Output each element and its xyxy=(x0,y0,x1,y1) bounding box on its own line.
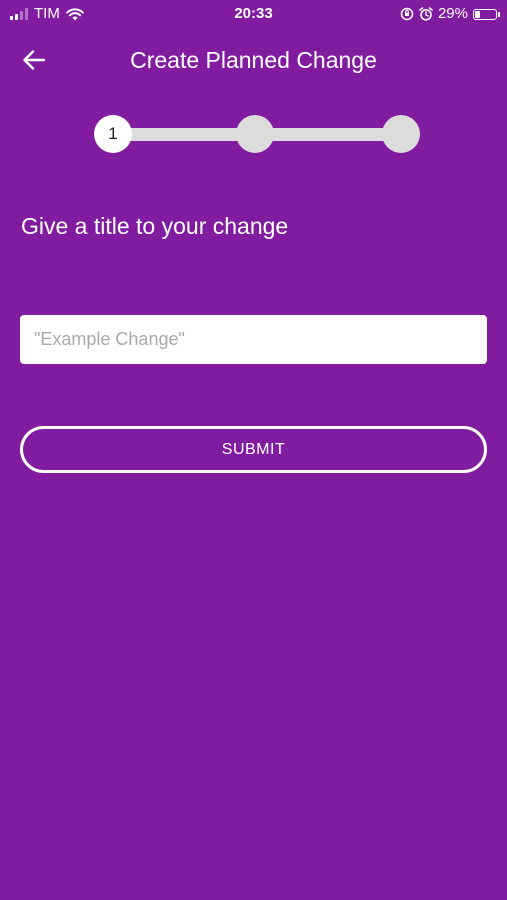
step-3 xyxy=(382,115,420,153)
step-1: 1 xyxy=(94,115,132,153)
progress-stepper: 1 xyxy=(94,115,420,155)
page-title: Create Planned Change xyxy=(130,47,377,73)
status-bar: TIM 20:33 29% xyxy=(0,0,507,30)
back-button[interactable] xyxy=(14,42,54,78)
orientation-lock-icon xyxy=(400,7,414,21)
arrow-left-icon xyxy=(23,50,46,70)
app-header: Create Planned Change xyxy=(0,38,507,82)
step-2 xyxy=(236,115,274,153)
form-prompt: Give a title to your change xyxy=(21,213,289,239)
battery-icon xyxy=(473,8,500,20)
battery-level xyxy=(475,10,480,18)
alarm-icon xyxy=(419,7,433,21)
status-bar-right: 29% xyxy=(400,5,500,23)
change-title-input[interactable] xyxy=(20,315,487,364)
battery-percentage: 29% xyxy=(437,5,468,22)
submit-button[interactable]: SUBMIT xyxy=(20,426,487,473)
